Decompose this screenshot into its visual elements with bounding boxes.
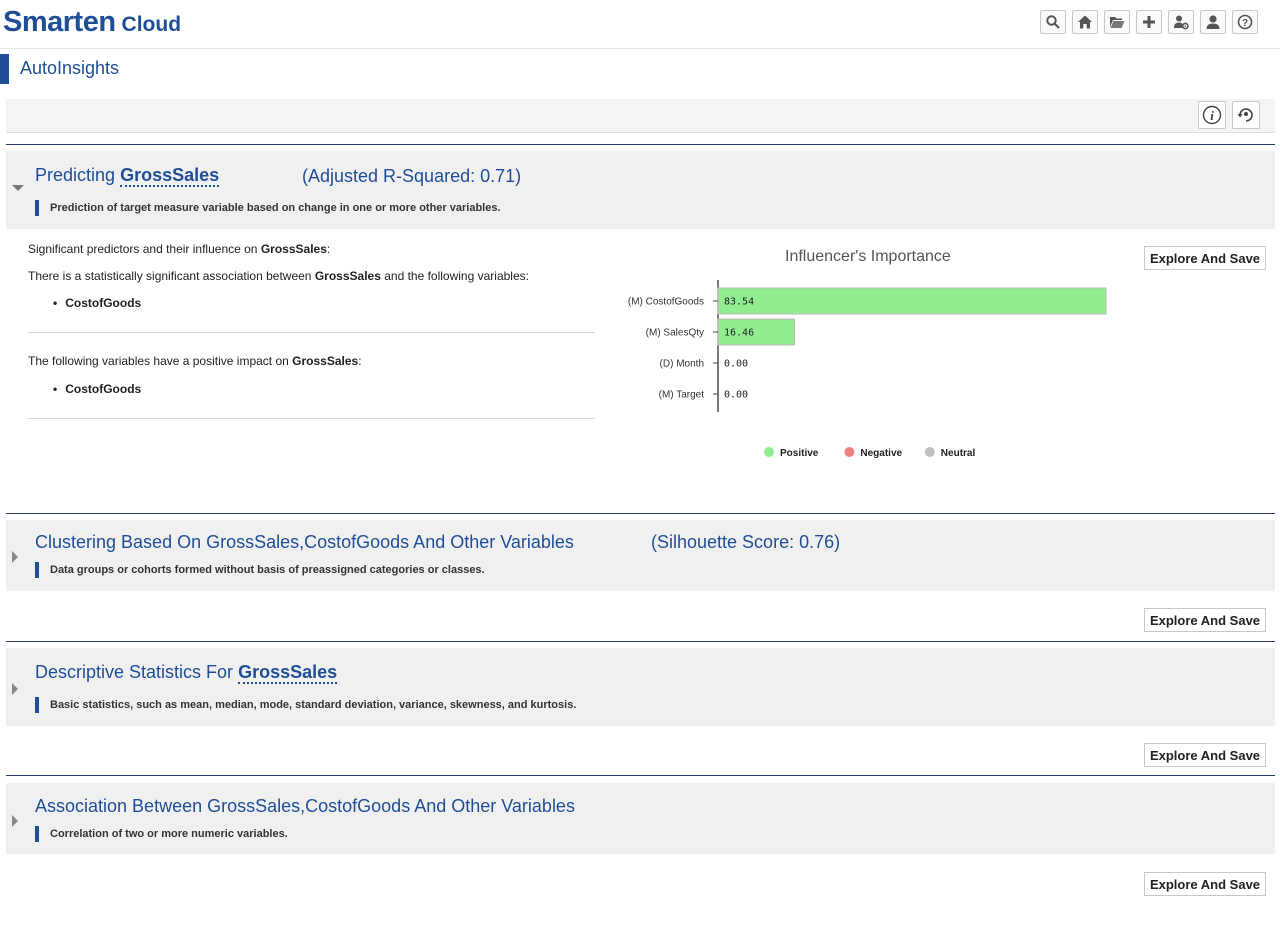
logo-main-text: Smarten [3,6,116,38]
collapse-arrow-icon[interactable] [12,185,24,193]
explore-and-save-button[interactable]: Explore And Save [1144,608,1266,632]
info-button[interactable]: i [1198,101,1226,129]
positive-line-pre: The following variables have a positive … [28,354,289,368]
sig-line-target: GrossSales [260,242,327,256]
top-toolbar: ? [1040,10,1258,34]
help-icon: ? [1237,14,1253,30]
positive-line-target: GrossSales [292,354,359,368]
chart-title: Influencer's Importance [785,248,951,265]
silhouette-score: (Silhouette Score: 0.76) [651,532,841,552]
help-button[interactable]: ? [1232,10,1258,34]
user-icon [1206,15,1220,29]
logo-sub-text: Cloud [121,13,182,36]
description-accent [35,826,39,842]
info-icon: i [1202,105,1222,125]
clustering-title: Clustering Based On GrossSales,CostofGoo… [35,532,574,552]
app-header: Smarten Cloud ? [0,0,1280,49]
divider [28,418,595,419]
section-separator [6,641,1275,642]
descriptive-description-text: Basic statistics, such as mean, median, … [50,699,577,711]
search-icon [1046,15,1060,29]
prediction-title: Predicting GrossSales [35,165,220,187]
association-description-text: Correlation of two or more numeric varia… [50,828,288,840]
chart-category-label: (M) SalesQty [646,328,704,339]
description-accent [35,200,39,216]
legend-marker [844,447,855,457]
assoc-line-post: and the following variables: [384,269,529,283]
legend-marker [924,447,935,457]
positive-line-post: : [358,354,362,368]
prediction-target-variable[interactable]: GrossSales [120,165,220,187]
legend-marker [764,447,774,457]
clustering-section-header[interactable]: Clustering Based On GrossSales,CostofGoo… [6,520,1275,591]
section-separator [6,513,1275,514]
descriptive-title: Descriptive Statistics For GrossSales [35,662,338,684]
page-title: AutoInsights [20,58,120,78]
plus-icon [1143,16,1155,28]
prediction-section-header[interactable]: Predicting GrossSales (Adjusted R-Square… [6,151,1275,229]
descriptive-target-variable[interactable]: GrossSales [238,662,338,684]
description-accent [35,562,39,578]
prediction-title-prefix: Predicting [35,165,116,185]
clustering-description-text: Data groups or cohorts formed without ba… [50,564,485,576]
sig-line-post: : [326,242,331,256]
influencer-importance-chart: (M) CostofGoods 83.54 (M) SalesQty 16.46 (D)… [628,280,1107,459]
svg-text:i: i [1210,108,1214,123]
refresh-insights-button[interactable] [1232,101,1260,129]
sig-line-pre: Significant predictors and their influen… [28,242,258,256]
chart-category-label: (M) CostofGoods [628,297,704,308]
svg-text:?: ? [1242,18,1248,29]
folder-open-icon [1110,17,1125,28]
significant-predictors-line: Significant predictors and their influen… [28,242,330,256]
expand-arrow-icon[interactable] [12,815,20,827]
legend-label: Neutral [941,448,976,459]
user-settings-icon [1174,15,1189,30]
explore-and-save-button[interactable]: Explore And Save [1144,246,1266,270]
chart-value-label: 0.00 [724,359,748,370]
descriptive-section-header[interactable]: Descriptive Statistics For GrossSales Ba… [6,648,1275,726]
chart-value-label: 16.46 [724,328,754,339]
assoc-line-pre: There is a statistically significant ass… [28,269,312,283]
legend-label: Negative [860,448,902,459]
prediction-description-text: Prediction of target measure variable ba… [50,202,501,214]
association-section-header[interactable]: Association Between GrossSales,CostofGoo… [6,783,1275,854]
divider [28,332,595,333]
add-button[interactable] [1136,10,1162,34]
user-profile-button[interactable] [1200,10,1226,34]
list-item: CostofGoods [53,296,141,310]
assoc-line-target: GrossSales [314,269,381,283]
adjusted-r-squared: (Adjusted R-Squared: 0.71) [302,166,522,186]
legend-label: Positive [780,448,819,459]
descriptive-title-prefix: Descriptive Statistics For [35,662,234,682]
page-title-accent [0,54,9,84]
explore-and-save-button[interactable]: Explore And Save [1144,872,1266,896]
association-line: There is a statistically significant ass… [28,269,529,283]
expand-arrow-icon[interactable] [12,683,20,695]
association-title: Association Between GrossSales,CostofGoo… [35,796,575,816]
search-button[interactable] [1040,10,1066,34]
home-icon [1078,15,1092,29]
refresh-settings-icon [1237,108,1253,122]
description-accent [35,697,39,713]
chart-category-label: (M) Target [659,390,705,401]
chart-category-label: (D) Month [660,359,704,370]
home-button[interactable] [1072,10,1098,34]
app-logo[interactable]: Smarten Cloud [3,6,181,39]
chart-bar [717,287,1107,315]
section-separator [6,144,1275,145]
chart-value-label: 0.00 [724,390,748,401]
open-folder-button[interactable] [1104,10,1130,34]
section-separator [6,775,1275,776]
positive-impact-line: The following variables have a positive … [28,354,362,368]
list-item: CostofGoods [53,382,141,396]
expand-arrow-icon[interactable] [12,551,20,563]
action-strip: i [6,99,1275,133]
chart-value-label: 83.54 [724,297,754,308]
explore-and-save-button[interactable]: Explore And Save [1144,743,1266,767]
user-settings-button[interactable] [1168,10,1194,34]
